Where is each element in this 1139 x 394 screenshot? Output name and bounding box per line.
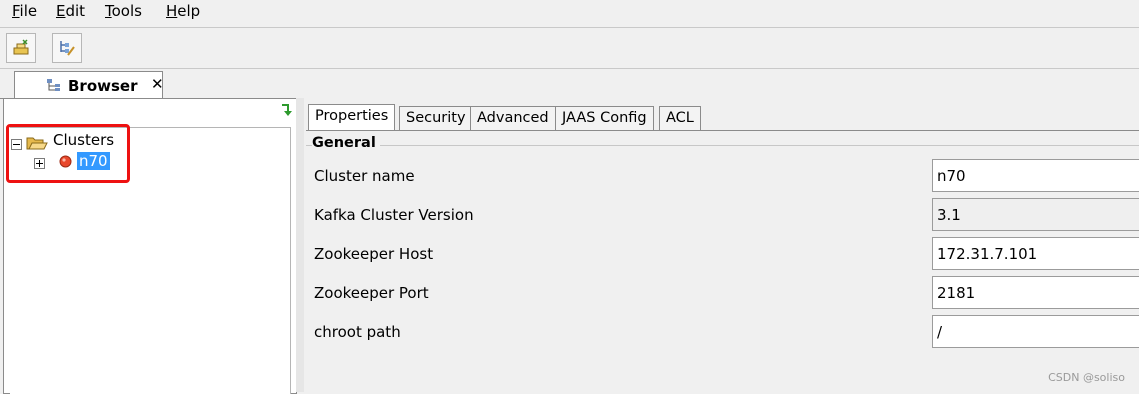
panel-splitter[interactable] (296, 98, 304, 392)
properties-content: General Cluster name n70 Kafka Cluster V… (306, 130, 1139, 393)
add-cluster-button[interactable] (6, 33, 36, 63)
properties-panel: Properties Security Advanced JAAS Config… (304, 98, 1139, 392)
folder-open-icon (26, 137, 48, 150)
tab-security[interactable]: Security (399, 106, 473, 130)
refresh-arrow-icon[interactable] (279, 103, 293, 117)
tab-advanced[interactable]: Advanced (470, 106, 556, 130)
section-divider (306, 145, 1139, 146)
zookeeper-port-label: Zookeeper Port (314, 284, 429, 302)
tab-acl[interactable]: ACL (659, 106, 701, 130)
cluster-tree: Clusters n70 (10, 127, 291, 394)
menu-edit[interactable]: Edit (56, 2, 85, 20)
menu-file[interactable]: File (12, 2, 37, 20)
tab-properties[interactable]: Properties (308, 104, 396, 131)
browser-tree-panel: Clusters n70 (3, 98, 297, 394)
tree-structure-icon (47, 79, 60, 91)
cluster-name-label: Cluster name (314, 167, 415, 185)
red-status-dot-icon (59, 155, 72, 168)
kafka-version-label: Kafka Cluster Version (314, 206, 474, 224)
menu-help[interactable]: Help (166, 2, 200, 20)
expand-n70-toggle[interactable] (34, 158, 45, 169)
tree-root-clusters[interactable]: Clusters (53, 131, 114, 149)
menu-tools[interactable]: Tools (105, 2, 142, 20)
main-tab-strip: Browser ✕ (0, 68, 1139, 99)
zookeeper-host-label: Zookeeper Host (314, 245, 434, 263)
toolbar (0, 27, 1139, 69)
collapse-clusters-toggle[interactable] (11, 139, 22, 150)
add-cluster-icon (13, 39, 29, 55)
edit-tree-icon (60, 41, 75, 56)
edit-tree-button[interactable] (52, 33, 82, 63)
tab-jaas-config[interactable]: JAAS Config (555, 106, 654, 130)
close-icon[interactable]: ✕ (151, 75, 164, 93)
tab-browser[interactable]: Browser ✕ (14, 71, 164, 99)
watermark: CSDN @soliso (1048, 371, 1125, 384)
tab-browser-label: Browser (68, 77, 138, 95)
cluster-name-field[interactable]: n70 (932, 159, 1139, 192)
tree-node-n70[interactable]: n70 (77, 152, 110, 170)
zookeeper-port-field[interactable]: 2181 (932, 276, 1139, 309)
chroot-path-label: chroot path (314, 323, 401, 341)
menu-bar: File Edit Tools Help (0, 0, 1139, 24)
zookeeper-host-field[interactable]: 172.31.7.101 (932, 237, 1139, 270)
general-section-title: General (312, 135, 380, 151)
kafka-version-select[interactable]: 3.1 (932, 198, 1139, 231)
chroot-path-field[interactable]: / (932, 315, 1139, 348)
